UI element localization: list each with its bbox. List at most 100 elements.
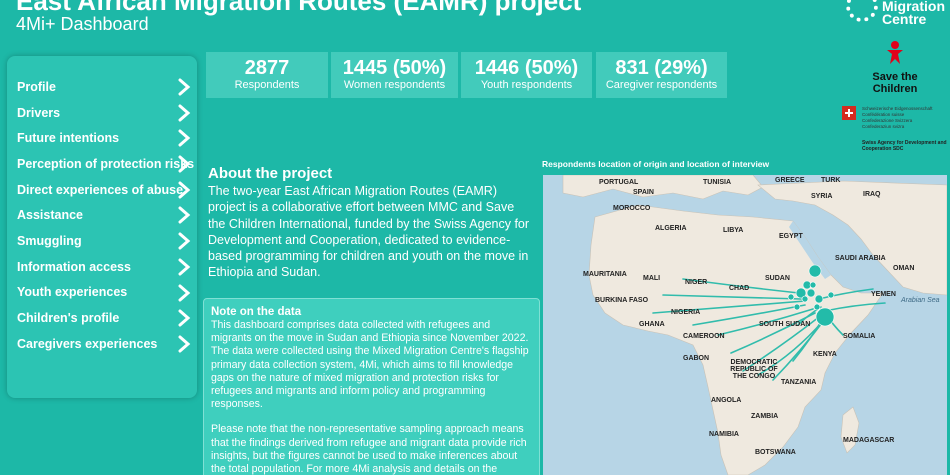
chevron-right-icon [178,335,191,353]
map-country-label: BURKINA FASO [595,297,649,304]
mmc-logo-icon [846,0,878,22]
map-country-label: GABON [683,355,710,362]
map-country-label: Arabian Sea [901,297,940,304]
map-canvas [562,175,947,475]
sidebar-item-label: Smuggling [17,233,82,248]
note-paragraph: This dashboard comprises data collected … [211,319,529,411]
stat-youth: 1446 (50%) Youth respondents [461,52,592,98]
stat-value: 831 (29%) [615,57,708,79]
note-paragraph: Please note that the non-representative … [211,423,527,475]
sidebar-item-label: Direct experiences of abuse [17,182,184,197]
chevron-right-icon [178,155,191,173]
save-the-children-logo: Save the Children [868,40,922,95]
map-country-label: MOROCCO [613,205,651,212]
sidebar-item[interactable]: Children's profile [7,305,197,331]
map-country-label: TUNISIA [703,179,731,186]
map-country-label: SUDAN [765,275,790,282]
data-note-box: Note on the data This dashboard comprise… [203,298,540,475]
save-the-children-text: Save the Children [872,71,918,95]
sidebar-item[interactable]: Direct experiences of abuse [7,177,197,203]
map-country-label: NAMIBIA [709,431,739,438]
about-title: About the project [208,165,333,182]
map-country-label: CAMEROON [683,333,725,340]
sidebar-item-label: Future intentions [17,131,120,146]
note-title: Note on the data [211,306,302,318]
about-body: The two-year East African Migration Rout… [208,184,530,280]
map-country-label: ANGOLA [711,397,742,404]
map-country-label: MALI [643,275,661,282]
stat-label: Caregiver respondents [605,79,718,91]
stat-value: 2877 [244,57,290,79]
map-country-label: MADAGASCAR [843,437,895,444]
map-country-label: ALGERIA [655,225,687,232]
map-country-label: IRAQ [863,191,881,198]
land-europe [562,175,764,200]
chevron-right-icon [178,232,191,250]
sidebar-item[interactable]: Caregivers experiences [7,331,197,357]
map-country-label: GHANA [639,321,665,328]
migration-map[interactable]: PORTUGAL SPAIN TUNISIA GREECE TURK SYRIA IRAQ M… [543,175,947,475]
map-country-label: GREECE [775,177,805,184]
sidebar-item[interactable]: Future intentions [7,125,197,151]
chevron-right-icon [178,206,191,224]
map-country-label: YEMEN [871,291,896,298]
sidebar-item-label: Assistance [17,208,84,223]
chevron-right-icon [178,284,191,301]
chevron-right-icon [178,181,191,199]
mmc-logo-text: Migration Centre [882,0,945,27]
map-country-label: SOMALIA [843,333,876,340]
stat-value: 1446 (50%) [474,57,579,79]
chevron-right-icon [178,78,191,96]
map-country-label: BOTSWANA [755,449,796,456]
land-madagascar [840,406,860,454]
map-country-label: KENYA [813,351,837,358]
sidebar-item-label: Profile [17,79,56,94]
sidebar-item[interactable]: Youth experiences [7,280,197,306]
stat-label: Youth respondents [480,79,573,91]
chevron-right-icon [178,309,191,327]
sidebar-item-label: Youth experiences [17,285,128,300]
map-country-label: SAUDI ARABIA [835,255,886,262]
map-country-label: EGYPT [779,233,803,240]
map-country-label: TANZANIA [781,379,817,386]
map-country-label: MAURITANIA [583,271,627,278]
stat-women: 1445 (50%) Women respondents [331,52,458,98]
chevron-right-icon [178,129,191,147]
sidebar-item[interactable]: Perception of protection risks [7,151,197,177]
stat-respondents: 2877 Respondents [206,52,328,98]
sidebar-item[interactable]: Drivers [7,100,197,126]
map-country-label: SYRIA [811,193,833,200]
sidebar-item[interactable]: Assistance [7,202,197,228]
sidebar-item-label: Children's profile [17,311,120,326]
map-country-label: ZAMBIA [751,413,779,420]
map-country-label: CHAD [729,285,750,292]
map-country-label: SPAIN [633,189,654,196]
sidebar-nav: Profile Drivers Future intentions Perceptio… [7,56,197,398]
swiss-agency-text: Swiss Agency for Development and Coopera… [862,140,947,152]
map-country-label: NIGERIA [671,309,701,316]
save-the-children-icon [887,41,903,64]
stat-value: 1445 (50%) [342,57,447,79]
sidebar-item-label: Information access [17,259,131,274]
mmc-logo: Migration Centre [842,0,950,28]
stat-label: Women respondents [343,79,446,91]
chevron-right-icon [178,258,191,276]
map-title: Respondents location of origin and locat… [542,159,770,169]
map-country-label: SOUTH SUDAN [759,321,811,328]
stat-label: Respondents [234,79,300,91]
map-country-label: LIBYA [723,227,744,234]
sidebar-item[interactable]: Smuggling [7,228,197,254]
map-country-label: NIGER [685,279,708,286]
chevron-right-icon [178,104,191,122]
sidebar-item[interactable]: Profile [7,74,197,100]
map-country-label: DEMOCRATIC REPUBLIC OF THE CONGO [730,359,778,380]
sidebar-item-label: Caregivers experiences [17,336,158,351]
swiss-flag-icon [842,106,856,120]
map-country-label: TURK [821,177,841,184]
page-subtitle: 4Mi+ Dashboard [16,14,149,34]
sidebar-item-label: Perception of protection risks [17,156,195,171]
sidebar-item-label: Drivers [17,105,61,120]
sidebar-item[interactable]: Information access [7,254,197,280]
stat-caregivers: 831 (29%) Caregiver respondents [596,52,727,98]
swiss-line: Confederaziun svizra [862,124,905,129]
